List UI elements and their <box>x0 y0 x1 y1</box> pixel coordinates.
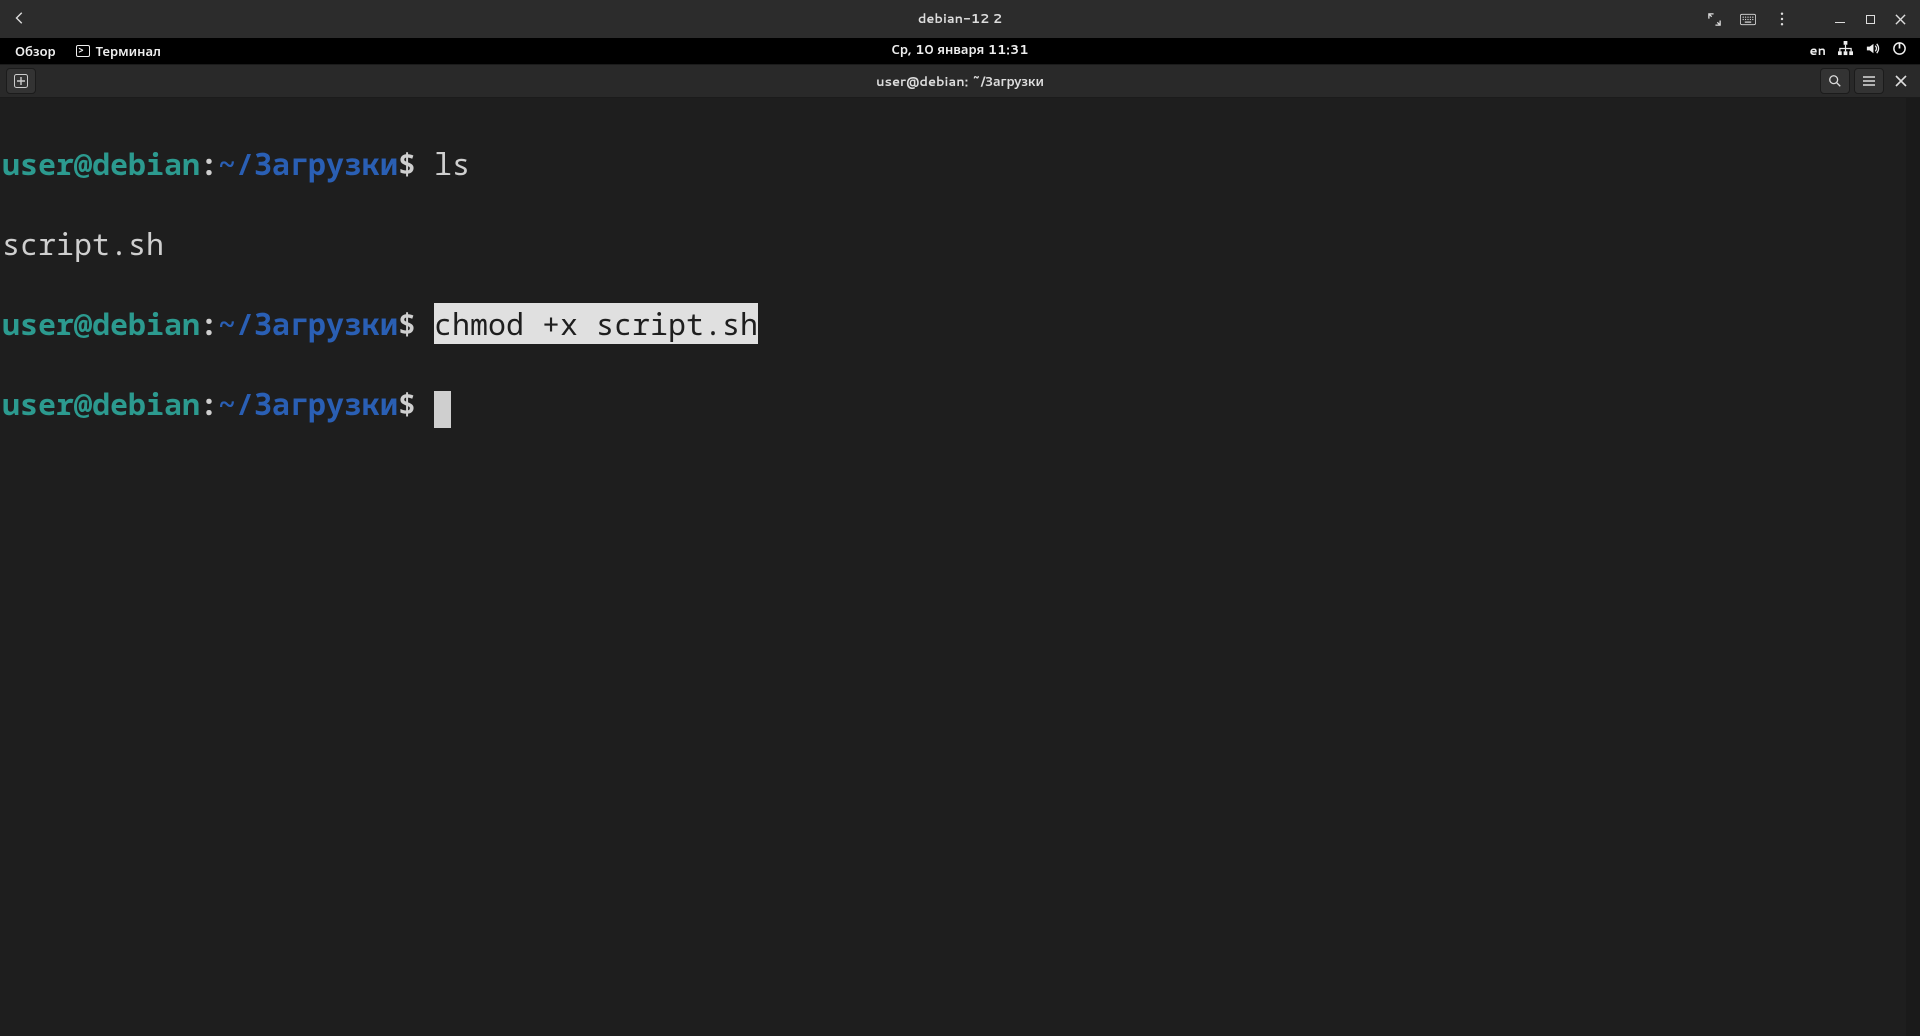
new-tab-button[interactable] <box>6 68 36 94</box>
prompt-path: ~/Загрузки <box>218 303 398 344</box>
terminal-headerbar: user@debian: ~/Загрузки <box>0 64 1920 98</box>
close-icon <box>1895 14 1906 25</box>
prompt-user: user <box>2 143 74 184</box>
terminal-close-button[interactable] <box>1888 68 1914 94</box>
clock[interactable]: Ср, 10 января 11:31 <box>891 41 1028 59</box>
hamburger-icon <box>1862 74 1876 88</box>
prompt-path: ~/Загрузки <box>218 383 398 424</box>
search-icon <box>1828 74 1842 88</box>
minimize-button[interactable] <box>1834 13 1846 25</box>
terminal-body[interactable]: user@debian:~/Загрузки$ ls script.sh use… <box>0 98 1920 1036</box>
terminal-line: script.sh <box>2 224 1920 264</box>
chevron-left-icon <box>13 11 27 25</box>
maximize-button[interactable] <box>1864 13 1876 25</box>
vm-window-title: debian-12 2 <box>0 10 1920 28</box>
fullscreen-button[interactable] <box>1706 11 1722 27</box>
prompt-dollar: $ <box>398 303 416 344</box>
selected-command-text: chmod +x script.sh <box>434 303 758 344</box>
terminal-scrollbar[interactable] <box>1906 98 1920 1036</box>
prompt-at: @ <box>74 143 92 184</box>
expand-icon <box>1707 12 1722 27</box>
terminal-line: user@debian:~/Загрузки$ ls <box>2 144 1920 184</box>
prompt-colon: : <box>200 143 218 184</box>
close-icon <box>1895 75 1907 87</box>
prompt-host: debian <box>92 303 200 344</box>
plus-icon <box>14 74 28 88</box>
prompt-path: ~/Загрузки <box>218 143 398 184</box>
terminal-line: user@debian:~/Загрузки$ chmod +x script.… <box>2 304 1920 344</box>
back-button[interactable] <box>0 9 40 30</box>
hamburger-menu-button[interactable] <box>1854 68 1884 94</box>
keyboard-button[interactable] <box>1740 11 1756 27</box>
prompt-host: debian <box>92 383 200 424</box>
prompt-colon: : <box>200 303 218 344</box>
prompt-at: @ <box>74 383 92 424</box>
kebab-menu-button[interactable] <box>1774 11 1790 27</box>
keyboard-icon <box>1740 13 1756 26</box>
kebab-icon <box>1780 12 1784 26</box>
prompt-dollar: $ <box>398 383 416 424</box>
terminal-line: user@debian:~/Загрузки$ <box>2 384 1920 424</box>
terminal-cursor <box>434 391 451 428</box>
terminal-title: user@debian: ~/Загрузки <box>0 72 1920 91</box>
output-text: script.sh <box>2 223 164 264</box>
minimize-icon <box>1835 22 1845 23</box>
prompt-host: debian <box>92 143 200 184</box>
prompt-at: @ <box>74 303 92 344</box>
prompt-user: user <box>2 303 74 344</box>
search-button[interactable] <box>1820 68 1850 94</box>
maximize-icon <box>1866 15 1875 24</box>
prompt-colon: : <box>200 383 218 424</box>
prompt-user: user <box>2 383 74 424</box>
command-text: ls <box>434 143 470 184</box>
vm-titlebar: debian-12 2 <box>0 0 1920 38</box>
close-button[interactable] <box>1894 13 1906 25</box>
prompt-dollar: $ <box>398 143 416 184</box>
